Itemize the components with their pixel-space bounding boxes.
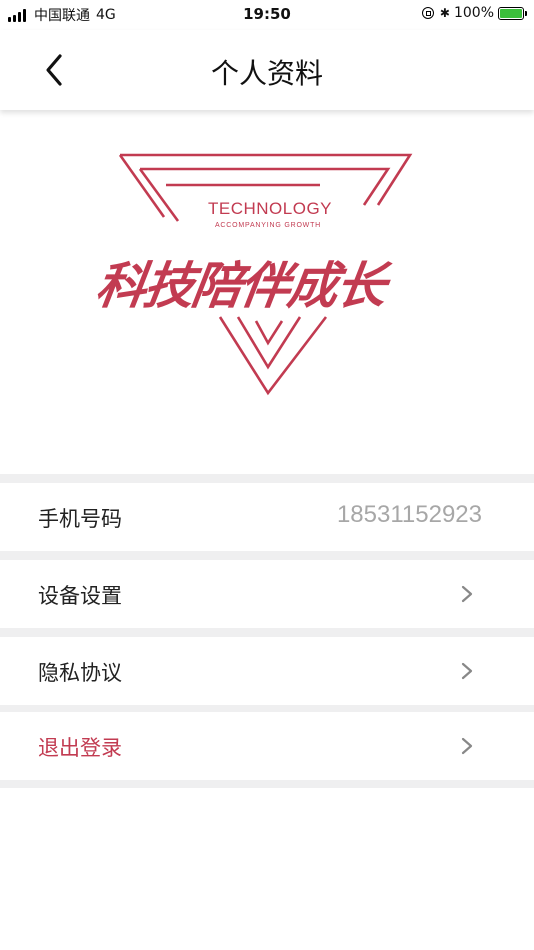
chevron-right-icon bbox=[461, 585, 473, 603]
section-divider bbox=[0, 474, 534, 483]
chevron-right-icon bbox=[461, 737, 473, 755]
status-right: ✱ 100% bbox=[421, 5, 527, 21]
device-settings-label: 设备设置 bbox=[38, 584, 122, 608]
logo-english-text: TECHNOLOGY bbox=[208, 199, 332, 218]
page-title: 个人资料 bbox=[210, 57, 323, 90]
logout-label: 退出登录 bbox=[38, 736, 122, 760]
row-divider bbox=[0, 628, 534, 637]
chevron-right-icon bbox=[461, 662, 473, 680]
row-divider bbox=[0, 779, 534, 788]
battery-level bbox=[500, 8, 522, 18]
privacy-policy-label: 隐私协议 bbox=[38, 661, 122, 685]
bluetooth-icon: ✱ bbox=[439, 6, 450, 20]
battery-percent: 100% bbox=[453, 5, 494, 21]
privacy-policy-row[interactable]: 隐私协议 bbox=[0, 637, 534, 705]
phone-number-row: 手机号码 18531152923 bbox=[0, 483, 534, 551]
logo-graphic: TECHNOLOGY ACCOMPANYING GROWTH 科技陪伴成长 bbox=[92, 153, 413, 396]
phone-number-label: 手机号码 bbox=[38, 507, 122, 531]
nav-header: 个人资料 bbox=[0, 30, 534, 110]
brand-logo: TECHNOLOGY ACCOMPANYING GROWTH 科技陪伴成长 bbox=[92, 145, 442, 405]
status-bar: 中国联通 4G 19:50 ✱ 100% bbox=[0, 0, 534, 30]
logo-tagline-text: ACCOMPANYING GROWTH bbox=[215, 222, 321, 229]
device-settings-row[interactable]: 设备设置 bbox=[0, 560, 534, 628]
phone-number-value: 18531152923 bbox=[336, 501, 482, 528]
row-divider bbox=[0, 551, 534, 560]
logo-chinese-text: 科技陪伴成长 bbox=[92, 256, 395, 315]
orientation-lock-icon bbox=[421, 7, 434, 19]
logout-row[interactable]: 退出登录 bbox=[0, 712, 534, 780]
battery-icon bbox=[498, 6, 527, 20]
